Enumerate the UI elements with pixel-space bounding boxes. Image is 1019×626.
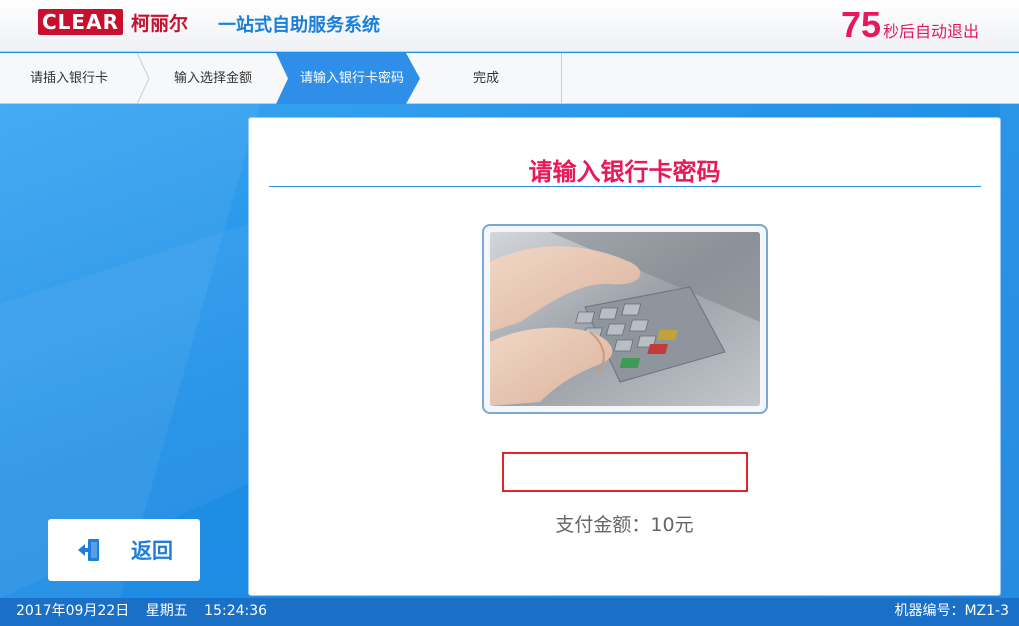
keypad-hand-cover-image — [490, 232, 760, 406]
countdown-timer: 75 秒后自动退出 — [841, 4, 979, 46]
step-enter-pin: 请输入银行卡密码 — [299, 71, 404, 86]
countdown-text: 秒后自动退出 — [882, 22, 979, 41]
step-complete: 完成 — [472, 71, 499, 86]
logo-text: CLEAR — [38, 9, 123, 35]
pin-cover-photo-frame — [482, 224, 768, 414]
pay-amount: 支付金额：10元 — [555, 514, 694, 536]
step-select-amount: 输入选择金额 — [173, 71, 252, 86]
status-footer: 2017年09月22日 星期五 15:24:36 机器编号：MZ1-3 — [0, 598, 1019, 626]
pin-entry-panel: 请输入银行卡密码 支付金额：10元 — [248, 117, 1001, 596]
machine-id: 机器编号：MZ1-3 — [894, 603, 1009, 619]
step-separator-chevron-icon — [136, 53, 150, 104]
password-field[interactable] — [502, 452, 748, 492]
countdown-number: 75 — [840, 4, 881, 45]
time-text: 15:24:36 — [204, 603, 268, 619]
back-button-label: 返回 — [131, 539, 173, 563]
title-divider — [269, 186, 981, 187]
exit-door-icon — [78, 539, 99, 561]
panel-title: 请输入银行卡密码 — [528, 158, 721, 186]
steps-divider — [561, 53, 562, 104]
progress-steps: 请插入银行卡 输入选择金额 请输入银行卡密码 完成 — [0, 53, 1019, 104]
keypad-illustration — [490, 232, 760, 406]
step-insert-card: 请插入银行卡 — [29, 71, 108, 86]
weekday-text: 星期五 — [145, 603, 188, 619]
date-text: 2017年09月22日 — [16, 603, 130, 619]
logo-chinese: 柯丽尔 — [130, 12, 188, 35]
datetime: 2017年09月22日 星期五 15:24:36 — [16, 598, 279, 624]
system-name: 一站式自助服务系统 — [218, 15, 380, 36]
logo: CLEAR 柯丽尔 — [38, 9, 188, 35]
back-button[interactable]: 返回 — [48, 519, 200, 581]
header: CLEAR 柯丽尔 一站式自助服务系统 75 秒后自动退出 — [0, 0, 1019, 52]
